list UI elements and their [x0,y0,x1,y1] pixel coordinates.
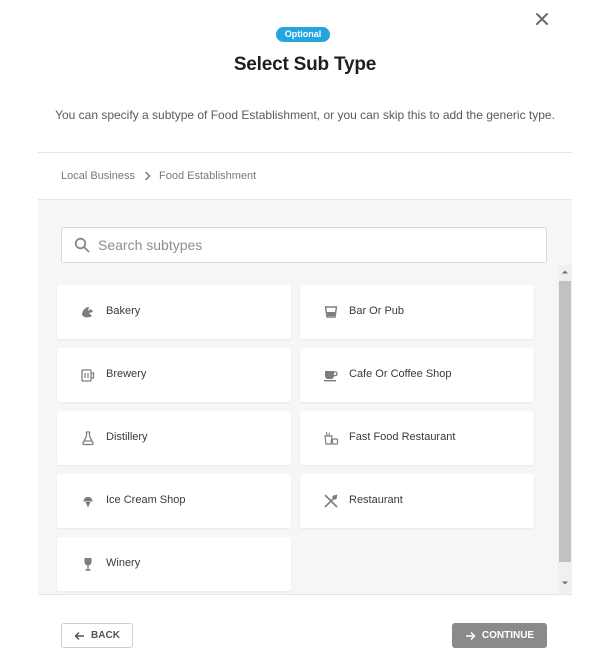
subtype-card-ice-cream-shop[interactable]: Ice Cream Shop [57,474,291,528]
scroll-up-arrow-icon[interactable] [558,265,572,279]
close-button[interactable] [534,11,550,27]
divider [38,152,572,153]
coffee-cup-icon [324,371,338,382]
fast-food-icon [324,431,339,445]
subtype-card-winery[interactable]: Winery [57,537,291,591]
beer-mug-icon [81,369,95,382]
subtype-label: Fast Food Restaurant [349,431,456,443]
scroll-down-arrow-icon[interactable] [558,576,572,590]
subtype-card-distillery[interactable]: Distillery [57,411,291,465]
subtype-card-restaurant[interactable]: Restaurant [300,474,534,528]
subtype-label: Ice Cream Shop [106,494,186,506]
wine-glass-icon [84,558,92,571]
subtype-card-cafe-or-coffee-shop[interactable]: Cafe Or Coffee Shop [300,348,534,402]
scrollbar-thumb[interactable] [559,281,571,562]
subtype-card-bar-or-pub[interactable]: Bar Or Pub [300,285,534,339]
chevron-right-icon [144,171,151,181]
scrollbar[interactable] [558,265,572,594]
optional-badge: Optional [276,27,330,42]
search-icon [74,237,90,253]
subtype-label: Cafe Or Coffee Shop [349,368,452,380]
breadcrumb: Local Business Food Establishment [61,169,256,183]
arrow-left-icon [74,631,85,640]
subtype-label: Distillery [106,431,148,443]
breadcrumb-local-business[interactable]: Local Business [61,170,135,182]
subtype-label: Brewery [106,368,147,380]
back-label: BACK [91,630,120,641]
subtype-card-brewery[interactable]: Brewery [57,348,291,402]
back-button[interactable]: BACK [61,623,133,648]
search-box[interactable] [61,227,547,263]
search-input[interactable] [98,228,538,262]
breadcrumb-food-establishment: Food Establishment [159,170,257,182]
ice-cream-icon [83,497,93,508]
continue-label: CONTINUE [481,630,535,641]
subtype-card-bakery[interactable]: Bakery [57,285,291,339]
subtype-label: Winery [106,557,141,569]
dialog-subtitle: You can specify a subtype of Food Establ… [55,108,555,122]
subtype-label: Restaurant [349,494,403,506]
subtype-card-fast-food-restaurant[interactable]: Fast Food Restaurant [300,411,534,465]
glass-icon [324,306,338,318]
subtype-label: Bar Or Pub [349,305,405,317]
dialog-title: Select Sub Type [233,54,377,75]
croissant-icon [82,307,93,318]
close-icon [536,13,548,25]
subtype-panel: Bakery Bar Or Pub Brewery Cafe Or Coffee… [38,199,572,595]
subtype-label: Bakery [106,305,141,317]
utensils-icon [324,494,338,508]
flask-icon [82,431,94,446]
arrow-right-icon [465,631,476,640]
continue-button[interactable]: CONTINUE [452,623,547,648]
